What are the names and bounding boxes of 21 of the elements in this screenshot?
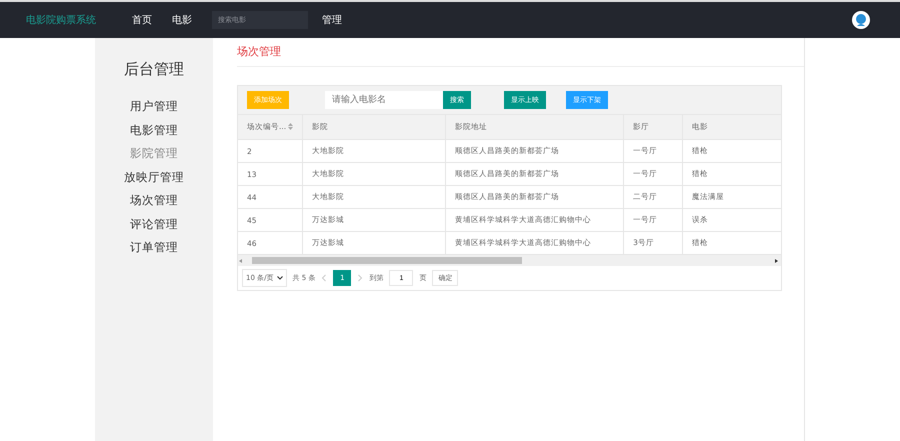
scroll-left-icon[interactable] [238,258,244,264]
sidebar-item[interactable]: 放映厅管理 [124,166,184,189]
sidebar-item[interactable]: 评论管理 [130,212,178,236]
sidebar-title: 后台管理 [124,60,184,79]
scroll-right-icon[interactable] [773,258,779,264]
nav-link[interactable]: 电影 [172,13,192,27]
page-title: 场次管理 [237,38,804,67]
sidebar-item[interactable]: 场次管理 [130,189,178,212]
avatar-icon[interactable] [852,11,870,29]
next-page-icon[interactable] [357,274,364,282]
dropdown-caret-icon[interactable] [276,276,282,280]
prev-page-icon[interactable] [321,274,328,282]
sidebar-item[interactable]: 用户管理 [130,95,178,118]
brand-title[interactable]: 电影院购票系统 [26,13,132,27]
sort-icon[interactable] [288,123,294,130]
sidebar-item[interactable]: 订单管理 [130,236,178,260]
nav-link[interactable]: 首页 [132,13,152,27]
movie-search-field[interactable]: 请输入电影名 [325,91,443,109]
horizontal-scrollbar[interactable] [238,255,781,266]
sidebar-item[interactable]: 电影管理 [130,118,178,142]
nav-link[interactable]: 管理 [322,13,342,27]
